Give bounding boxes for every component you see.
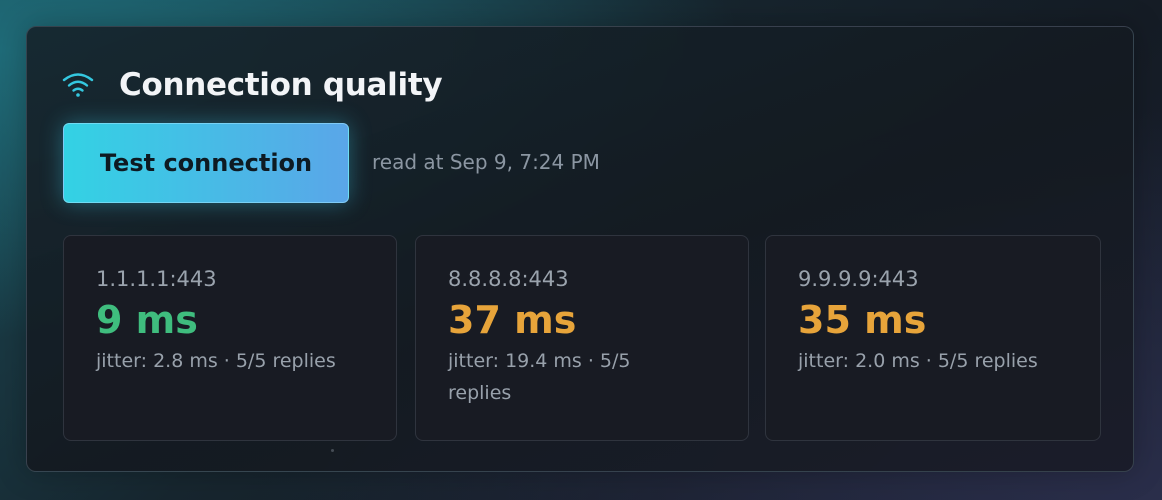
connection-quality-panel: Connection quality Test connection read …	[26, 26, 1134, 472]
read-timestamp: read at Sep 9, 7:24 PM	[372, 150, 600, 174]
result-host: 8.8.8.8:443	[448, 267, 569, 291]
panel-header: Connection quality	[61, 63, 443, 107]
result-card: 9.9.9.9:443 35 ms jitter: 2.0 ms · 5/5 r…	[765, 235, 1101, 441]
wifi-icon	[61, 68, 95, 102]
result-meta: jitter: 2.0 ms · 5/5 replies	[798, 350, 1038, 372]
result-latency: 9 ms	[96, 298, 198, 342]
result-meta: jitter: 2.8 ms · 5/5 replies	[96, 350, 336, 372]
scroll-indicator-dot	[331, 449, 334, 452]
result-latency: 37 ms	[448, 298, 577, 342]
result-meta: jitter: 19.4 ms · 5/5 replies	[448, 350, 631, 404]
result-latency: 35 ms	[798, 298, 927, 342]
panel-title: Connection quality	[119, 67, 443, 103]
result-host: 1.1.1.1:443	[96, 267, 217, 291]
result-card: 8.8.8.8:443 37 ms jitter: 19.4 ms · 5/5 …	[415, 235, 749, 441]
result-card: 1.1.1.1:443 9 ms jitter: 2.8 ms · 5/5 re…	[63, 235, 397, 441]
result-host: 9.9.9.9:443	[798, 267, 919, 291]
test-connection-button[interactable]: Test connection	[63, 123, 349, 203]
